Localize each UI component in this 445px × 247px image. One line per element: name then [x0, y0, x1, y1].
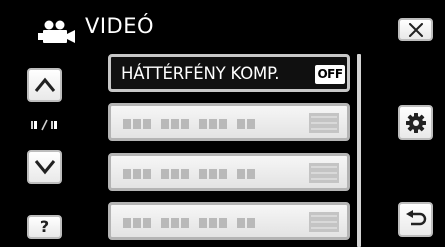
- menu-screen: VIDEÓ ? HÁTTÉRFÉNY KOMP. OFF: [0, 0, 445, 247]
- placeholder-label-icon: [123, 169, 255, 179]
- page-title: VIDEÓ: [85, 14, 155, 38]
- close-icon: [408, 22, 423, 37]
- page-indicator-icon: [31, 119, 57, 131]
- menu-item-placeholder[interactable]: [108, 153, 350, 191]
- arrow-down-icon: [34, 160, 55, 175]
- menu-item-value-badge: OFF: [315, 65, 345, 84]
- scroll-up-button[interactable]: [27, 68, 62, 102]
- help-button[interactable]: ?: [27, 215, 62, 239]
- video-camera-icon: [38, 20, 75, 43]
- close-button[interactable]: [398, 18, 433, 41]
- placeholder-value-icon: [309, 113, 339, 133]
- placeholder-value-icon: [309, 163, 339, 183]
- gear-icon: [405, 112, 426, 133]
- settings-button[interactable]: [398, 105, 433, 140]
- back-button[interactable]: [398, 202, 433, 237]
- placeholder-label-icon: [123, 119, 255, 129]
- menu-item-backlight-comp[interactable]: HÁTTÉRFÉNY KOMP. OFF: [108, 54, 350, 92]
- placeholder-label-icon: [123, 218, 255, 228]
- return-icon: [405, 209, 426, 225]
- menu-item-placeholder[interactable]: [108, 103, 350, 141]
- menu-item-placeholder[interactable]: [108, 202, 350, 240]
- scrollbar[interactable]: [357, 54, 361, 247]
- help-icon: ?: [39, 217, 50, 236]
- arrow-up-icon: [34, 77, 55, 92]
- scroll-down-button[interactable]: [27, 150, 62, 184]
- menu-item-label: HÁTTÉRFÉNY KOMP.: [121, 64, 280, 83]
- placeholder-value-icon: [309, 212, 339, 232]
